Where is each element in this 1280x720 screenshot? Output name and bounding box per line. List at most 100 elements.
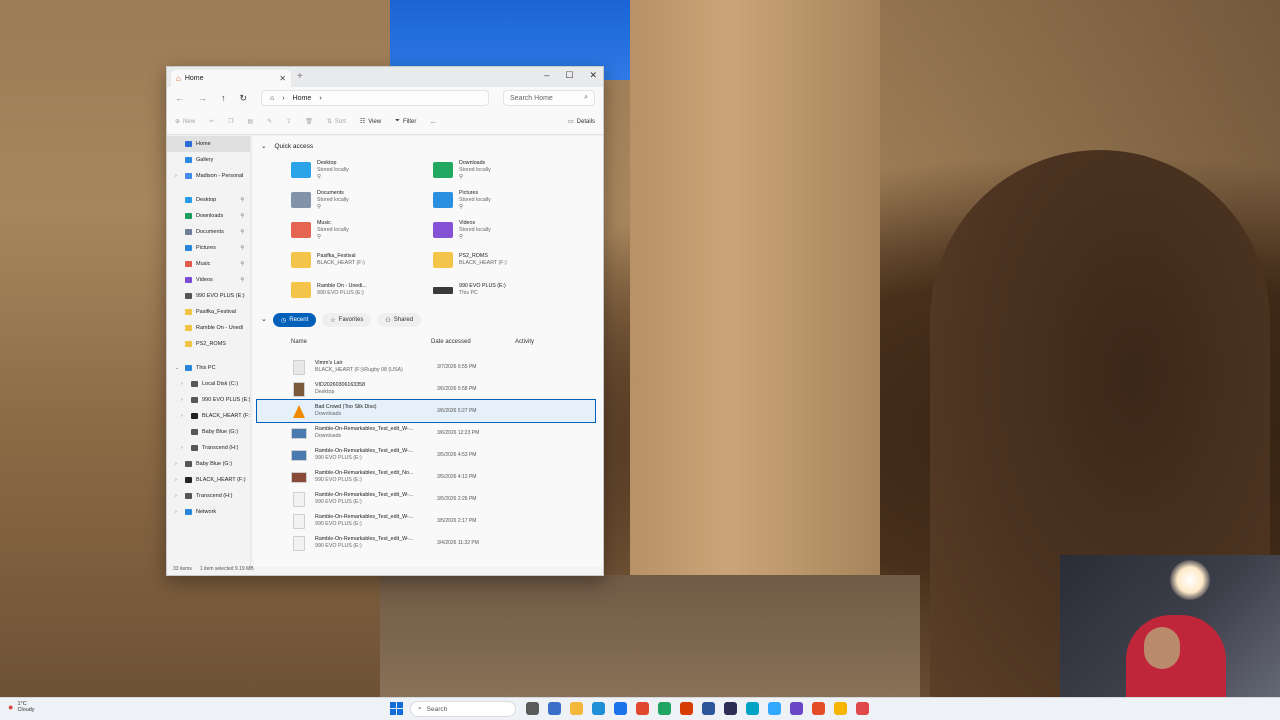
- nav-item-ps2-roms[interactable]: PS2_ROMS: [167, 336, 250, 352]
- chevron-icon[interactable]: ›: [181, 381, 187, 387]
- filter-button[interactable]: ⏷ Filter: [395, 118, 416, 125]
- chevron-icon[interactable]: ›: [175, 493, 181, 499]
- back-icon[interactable]: ←: [175, 93, 184, 103]
- sort-button[interactable]: ⇅ Sort: [327, 118, 346, 126]
- taskbar-app-icon[interactable]: [614, 702, 627, 715]
- start-button[interactable]: [390, 702, 403, 715]
- chevron-icon[interactable]: ›: [175, 509, 181, 515]
- view-button[interactable]: ☷ View: [360, 118, 381, 126]
- file-row[interactable]: Ramble-On-Remarkables_Test_edit_No... 990…: [257, 466, 595, 488]
- cut-icon[interactable]: ✂: [209, 118, 214, 125]
- taskbar-app-icon[interactable]: [768, 702, 781, 715]
- minimize-icon[interactable]: –: [544, 70, 549, 81]
- chevron-down-icon[interactable]: ⌄: [261, 142, 266, 150]
- file-row[interactable]: Bad Crowd (Too Slik Diss) Downloads 3/6/20…: [256, 399, 596, 423]
- up-icon[interactable]: ↑: [221, 93, 226, 103]
- quick-access-item[interactable]: 990 EVO PLUS (E:) This PC: [433, 276, 573, 304]
- details-button[interactable]: ▭ Details: [568, 118, 595, 126]
- file-row[interactable]: Ramble-On-Remarkables_Test_edit_W-... 990…: [257, 510, 595, 532]
- recent-pill[interactable]: ◷ Recent: [273, 313, 317, 327]
- nav-item-990-evo-plus-e[interactable]: › 990 EVO PLUS (E:): [167, 392, 250, 408]
- weather-widget[interactable]: ● 1°C Cloudy: [8, 701, 35, 713]
- nav-item-transcend-h[interactable]: › Transcend (H:): [167, 488, 250, 504]
- more-options-button[interactable]: ...: [430, 119, 435, 125]
- taskbar-app-icon[interactable]: [570, 702, 583, 715]
- address-bar[interactable]: ⌂ › Home ›: [261, 90, 490, 106]
- new-tab-button[interactable]: +: [297, 71, 303, 82]
- taskbar-app-icon[interactable]: [724, 702, 737, 715]
- taskbar-app-icon[interactable]: [790, 702, 803, 715]
- chevron-icon[interactable]: ›: [175, 461, 181, 467]
- file-row[interactable]: Ramble-On-Remarkables_Test_edit_W-... 990…: [257, 444, 595, 466]
- nav-item-990-evo-plus-e[interactable]: 990 EVO PLUS (E:): [167, 288, 250, 304]
- file-row[interactable]: VID20260306163358 Desktop 3/6/2026 5:58 PM: [257, 378, 595, 400]
- breadcrumb-home[interactable]: Home: [293, 95, 312, 102]
- nav-item-baby-blue-g[interactable]: Baby Blue (G:): [167, 424, 250, 440]
- pin-icon[interactable]: ⚲: [240, 213, 244, 219]
- chevron-icon[interactable]: ›: [181, 413, 187, 419]
- nav-item-home[interactable]: Home: [167, 136, 250, 152]
- chevron-down-icon[interactable]: ⌄: [261, 315, 267, 323]
- taskbar-app-icon[interactable]: [548, 702, 561, 715]
- chevron-icon[interactable]: ›: [181, 445, 187, 451]
- nav-item-downloads[interactable]: Downloads ⚲: [167, 208, 250, 224]
- tab-home[interactable]: ⌂ Home ✕: [171, 70, 291, 87]
- quick-access-item[interactable]: Desktop Stored locally ⚲: [291, 156, 431, 184]
- nav-item-videos[interactable]: Videos ⚲: [167, 272, 250, 288]
- quick-access-item[interactable]: PS2_ROMS BLACK_HEART (F:): [433, 246, 573, 274]
- taskbar-app-icon[interactable]: [592, 702, 605, 715]
- chevron-icon[interactable]: ›: [175, 173, 181, 179]
- column-date-accessed[interactable]: Date accessed: [431, 339, 471, 345]
- nav-item-pictures[interactable]: Pictures ⚲: [167, 240, 250, 256]
- chevron-icon[interactable]: ⌄: [175, 365, 181, 371]
- quick-access-header[interactable]: ⌄ Quick access: [261, 142, 313, 151]
- refresh-icon[interactable]: ↻: [240, 93, 248, 104]
- quick-access-item[interactable]: Downloads Stored locally ⚲: [433, 156, 573, 184]
- shared-pill[interactable]: ⚇ Shared: [377, 313, 422, 327]
- pin-icon[interactable]: ⚲: [240, 245, 244, 251]
- chevron-icon[interactable]: ›: [175, 477, 181, 483]
- taskbar-app-icon[interactable]: [812, 702, 825, 715]
- taskbar-app-icon[interactable]: [746, 702, 759, 715]
- share-icon[interactable]: ⇪: [286, 118, 291, 125]
- taskbar-app-icon[interactable]: [834, 702, 847, 715]
- quick-access-item[interactable]: Pasifka_Festival BLACK_HEART (F:): [291, 246, 431, 274]
- taskbar-app-icon[interactable]: [702, 702, 715, 715]
- nav-item-gallery[interactable]: Gallery: [167, 152, 250, 168]
- nav-item-desktop[interactable]: Desktop ⚲: [167, 192, 250, 208]
- maximize-icon[interactable]: ☐: [565, 70, 573, 81]
- nav-item-pasifka-festival[interactable]: Pasifka_Festival: [167, 304, 250, 320]
- paste-icon[interactable]: ▤: [247, 118, 253, 125]
- nav-item-music[interactable]: Music ⚲: [167, 256, 250, 272]
- column-name[interactable]: Name: [291, 339, 307, 345]
- taskbar-app-icon[interactable]: [658, 702, 671, 715]
- search-input[interactable]: Search Home ⌕: [503, 90, 595, 106]
- nav-item-black-heart-f[interactable]: › BLACK_HEART (F:: [167, 408, 250, 424]
- nav-item-transcend-h[interactable]: › Transcend (H:): [167, 440, 250, 456]
- copy-icon[interactable]: ❐: [228, 118, 233, 125]
- nav-item-ramble-on-unedi[interactable]: Ramble On - Unedi: [167, 320, 250, 336]
- nav-item-local-disk-c[interactable]: › Local Disk (C:): [167, 376, 250, 392]
- nav-item-baby-blue-g[interactable]: › Baby Blue (G:): [167, 456, 250, 472]
- quick-access-item[interactable]: Videos Stored locally ⚲: [433, 216, 573, 244]
- quick-access-item[interactable]: Documents Stored locally ⚲: [291, 186, 431, 214]
- column-activity[interactable]: Activity: [515, 339, 534, 345]
- new-button[interactable]: ⊕ New: [175, 118, 195, 126]
- file-row[interactable]: Ramble-On-Remarkables_Test_edit_W-... 990…: [257, 532, 595, 554]
- nav-item-this-pc[interactable]: ⌄ This PC: [167, 360, 250, 376]
- breadcrumb-chevron-icon[interactable]: ›: [319, 95, 321, 102]
- file-row[interactable]: Ramble-On-Remarkables_Test_edit_W-... Dow…: [257, 422, 595, 444]
- close-tab-icon[interactable]: ✕: [279, 74, 286, 83]
- file-row[interactable]: Ramble-On-Remarkables_Test_edit_W-... 990…: [257, 488, 595, 510]
- chevron-icon[interactable]: ›: [181, 397, 187, 403]
- pin-icon[interactable]: ⚲: [240, 197, 244, 203]
- nav-item-documents[interactable]: Documents ⚲: [167, 224, 250, 240]
- pin-icon[interactable]: ⚲: [240, 277, 244, 283]
- pin-icon[interactable]: ⚲: [240, 229, 244, 235]
- delete-icon[interactable]: 🗑: [305, 118, 313, 125]
- file-row[interactable]: Vimm's Lair BLACK_HEART (F:)\Rugby 08 (US…: [257, 356, 595, 378]
- nav-item-network[interactable]: › Network: [167, 504, 250, 520]
- taskbar-app-icon[interactable]: [680, 702, 693, 715]
- rename-icon[interactable]: ✎: [267, 118, 272, 125]
- nav-item-madison-personal[interactable]: › Madison - Personal: [167, 168, 250, 184]
